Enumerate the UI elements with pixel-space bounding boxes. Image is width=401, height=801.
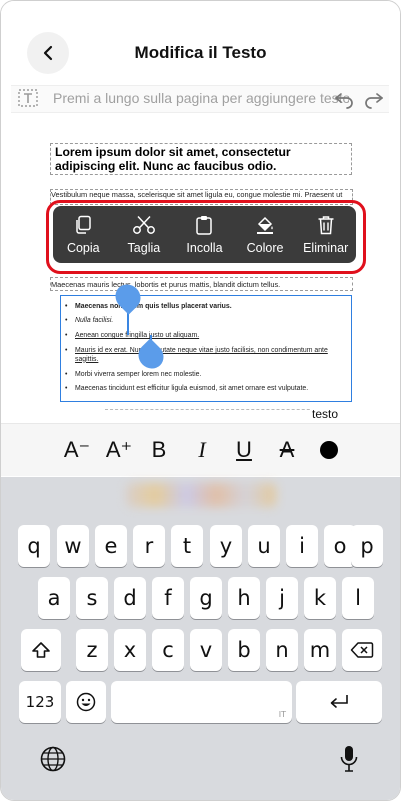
heading-text-box[interactable]: Lorem ipsum dolor sit amet, consectetur … bbox=[50, 143, 352, 175]
key-m[interactable]: m bbox=[304, 629, 336, 671]
key-t[interactable]: t bbox=[171, 525, 203, 567]
strikethrough-icon: A bbox=[279, 437, 295, 462]
globe-icon bbox=[40, 746, 66, 772]
increase-font-button[interactable]: A⁺ bbox=[103, 434, 135, 466]
paint-bucket-icon bbox=[257, 216, 274, 234]
header: Modifica il Testo bbox=[1, 1, 400, 83]
paste-label: Incolla bbox=[186, 240, 223, 255]
list-item: Aenean congue fringilla justo ut aliquam… bbox=[65, 332, 349, 341]
key-s[interactable]: s bbox=[76, 577, 108, 619]
microphone-button[interactable] bbox=[337, 744, 361, 774]
page-title: Modifica il Testo bbox=[134, 43, 267, 62]
trash-icon bbox=[318, 215, 334, 234]
key-c[interactable]: c bbox=[152, 629, 184, 671]
decrease-font-icon: A⁻ bbox=[63, 437, 91, 462]
list-item: Mauris id ex erat. Nunc vulputate neque … bbox=[65, 347, 349, 364]
key-u[interactable]: u bbox=[248, 525, 280, 567]
hint-bar: Premi a lungo sulla pagina per aggiunger… bbox=[11, 85, 389, 113]
list-item: Maecenas non lorem quis tellus placerat … bbox=[65, 303, 349, 312]
color-dot-icon bbox=[320, 441, 338, 459]
redo-icon[interactable] bbox=[363, 89, 385, 109]
color-label: Colore bbox=[246, 240, 284, 255]
key-i[interactable]: i bbox=[286, 525, 318, 567]
italic-icon: I bbox=[198, 437, 206, 462]
prediction-bar bbox=[126, 483, 276, 507]
paragraph-text-box[interactable]: Maecenas mauris lectus, lobortis et puru… bbox=[50, 277, 353, 291]
numbers-key[interactable]: 123 bbox=[19, 681, 61, 723]
page-divider bbox=[105, 409, 335, 423]
bold-icon: B bbox=[151, 437, 167, 462]
key-r[interactable]: r bbox=[133, 525, 165, 567]
color-button[interactable]: Colore bbox=[235, 206, 296, 263]
italic-button[interactable]: I bbox=[188, 434, 216, 466]
text-color-button[interactable] bbox=[315, 434, 343, 466]
context-menu: Copia Taglia Incolla Colore Eliminar bbox=[53, 206, 356, 263]
underline-icon: U bbox=[236, 437, 252, 462]
key-l[interactable]: l bbox=[342, 577, 374, 619]
format-toolbar: A⁻ A⁺ B I U A bbox=[1, 423, 400, 476]
undo-icon[interactable] bbox=[333, 89, 355, 109]
clipboard-icon bbox=[196, 215, 213, 235]
key-h[interactable]: h bbox=[228, 577, 260, 619]
copy-label: Copia bbox=[66, 240, 100, 255]
cut-button[interactable]: Taglia bbox=[114, 206, 175, 263]
shift-icon bbox=[32, 642, 50, 658]
key-k[interactable]: k bbox=[304, 577, 336, 619]
emoji-icon bbox=[76, 692, 96, 712]
return-key[interactable] bbox=[296, 681, 382, 723]
key-d[interactable]: d bbox=[114, 577, 146, 619]
bullet-list: Maecenas non lorem quis tellus placerat … bbox=[65, 296, 349, 395]
shift-key[interactable] bbox=[21, 629, 61, 671]
key-y[interactable]: y bbox=[210, 525, 242, 567]
backspace-icon bbox=[350, 642, 374, 658]
underline-button[interactable]: U bbox=[230, 434, 258, 466]
copy-icon bbox=[76, 215, 92, 234]
key-p[interactable]: p bbox=[351, 525, 383, 567]
key-g[interactable]: g bbox=[190, 577, 222, 619]
scissors-icon bbox=[132, 215, 155, 234]
testo-label[interactable]: testo bbox=[311, 407, 340, 421]
key-e[interactable]: e bbox=[95, 525, 127, 567]
key-a[interactable]: a bbox=[38, 577, 70, 619]
key-x[interactable]: x bbox=[114, 629, 146, 671]
key-w[interactable]: w bbox=[57, 525, 89, 567]
key-v[interactable]: v bbox=[190, 629, 222, 671]
language-label: IT bbox=[278, 710, 286, 719]
keyboard: q w e r t y u i o p a s d f g h j k l z … bbox=[1, 477, 400, 800]
backspace-key[interactable] bbox=[342, 629, 382, 671]
microphone-icon bbox=[340, 746, 358, 772]
key-n[interactable]: n bbox=[266, 629, 298, 671]
list-item: Maecenas tincidunt est efficitur ligula … bbox=[65, 385, 349, 394]
bold-button[interactable]: B bbox=[145, 434, 173, 466]
return-icon bbox=[330, 695, 348, 708]
emoji-key[interactable] bbox=[66, 681, 106, 723]
list-item: Nulla facilisi. bbox=[65, 317, 349, 326]
key-z[interactable]: z bbox=[76, 629, 108, 671]
key-q[interactable]: q bbox=[18, 525, 50, 567]
increase-font-icon: A⁺ bbox=[105, 437, 133, 462]
key-j[interactable]: j bbox=[266, 577, 298, 619]
text-box-icon bbox=[18, 89, 38, 107]
hint-text: Premi a lungo sulla pagina per aggiunger… bbox=[53, 90, 349, 106]
list-item: Morbi viverra semper lorem nec molestie. bbox=[65, 371, 349, 380]
globe-button[interactable] bbox=[39, 745, 67, 773]
delete-button[interactable]: Eliminar bbox=[295, 206, 356, 263]
delete-label: Eliminar bbox=[303, 240, 349, 255]
app-screen: Modifica il Testo Premi a lungo sulla pa… bbox=[0, 0, 401, 801]
copy-button[interactable]: Copia bbox=[53, 206, 114, 263]
selected-text-box[interactable]: Maecenas non lorem quis tellus placerat … bbox=[60, 295, 352, 402]
space-key[interactable]: IT bbox=[111, 681, 292, 723]
key-b[interactable]: b bbox=[228, 629, 260, 671]
key-f[interactable]: f bbox=[152, 577, 184, 619]
decrease-font-button[interactable]: A⁻ bbox=[61, 434, 93, 466]
cut-label: Taglia bbox=[127, 240, 161, 255]
paste-button[interactable]: Incolla bbox=[174, 206, 235, 263]
strikethrough-button[interactable]: A bbox=[273, 434, 301, 466]
